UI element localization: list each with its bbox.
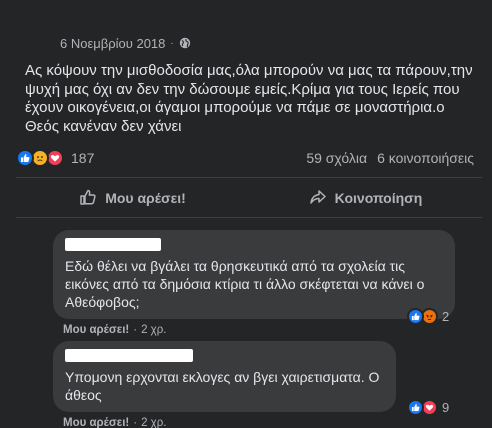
comment-reaction-count: 9 bbox=[442, 400, 450, 415]
post-date[interactable]: 6 Νοεμβρίου 2018 bbox=[60, 36, 165, 51]
comment: Εδώ θέλει να βγάλει τα θρησκευτικά από τ… bbox=[53, 230, 455, 336]
reaction-summary: 187 59 σχόλια 6 κοινοποιήσεις bbox=[16, 148, 482, 168]
like-icon bbox=[16, 149, 34, 167]
action-row: Μου αρέσει! Κοινοποίηση bbox=[16, 180, 482, 216]
reaction-count[interactable]: 187 bbox=[71, 150, 94, 166]
divider bbox=[16, 177, 482, 178]
post-text: Ας κόψουν την μισθοδοσία μας,όλα μπορούν… bbox=[25, 62, 473, 135]
like-button-label: Μου αρέσει! bbox=[105, 190, 186, 206]
comment-like-link[interactable]: Μου αρέσει! bbox=[63, 417, 129, 428]
comment-bubble: Εδώ θέλει να βγάλει τα θρησκευτικά από τ… bbox=[53, 230, 455, 319]
redacted-author-name bbox=[65, 349, 193, 362]
comment-time[interactable]: 2 χρ. bbox=[141, 417, 166, 428]
thumbs-up-icon bbox=[79, 188, 97, 209]
globe-icon bbox=[179, 37, 191, 49]
like-icon bbox=[407, 399, 424, 416]
comment-text: Υπομονη ερχονται εκλογες αν βγει χαιρετι… bbox=[65, 369, 380, 403]
comment-time[interactable]: 2 χρ. bbox=[141, 324, 166, 336]
share-button[interactable]: Κοινοποίηση bbox=[249, 180, 482, 216]
like-button[interactable]: Μου αρέσει! bbox=[16, 180, 249, 216]
divider bbox=[16, 217, 482, 218]
comment-text: Εδώ θέλει να βγάλει τα θρησκευτικά από τ… bbox=[65, 258, 425, 310]
post-stats: 59 σχόλια 6 κοινοποιήσεις bbox=[306, 150, 482, 166]
comment-actions: Μου αρέσει! · 2 χρ. bbox=[63, 324, 455, 336]
comment-like-link[interactable]: Μου αρέσει! bbox=[63, 324, 129, 336]
share-arrow-icon bbox=[309, 188, 327, 209]
share-button-label: Κοινοποίηση bbox=[334, 190, 423, 206]
like-icon bbox=[407, 308, 424, 325]
comment: Υπομονη ερχονται εκλογες αν βγει χαιρετι… bbox=[53, 341, 396, 428]
meta-separator: · bbox=[170, 37, 174, 49]
post-meta: 6 Νοεμβρίου 2018 · bbox=[60, 34, 191, 52]
comment-reaction-count: 2 bbox=[442, 309, 450, 324]
comment-separator: · bbox=[133, 417, 138, 428]
redacted-author-name bbox=[65, 238, 161, 251]
comment-reactions[interactable]: 9 bbox=[407, 399, 449, 416]
comment-reactions[interactable]: 2 bbox=[407, 308, 449, 325]
comment-actions: Μου αρέσει! · 2 χρ. bbox=[63, 417, 396, 428]
comment-bubble: Υπομονη ερχονται εκλογες αν βγει χαιρετι… bbox=[53, 341, 396, 412]
shares-count[interactable]: 6 κοινοποιήσεις bbox=[377, 150, 474, 166]
post-card: 6 Νοεμβρίου 2018 · Ας κόψουν την μισθοδο… bbox=[0, 0, 492, 428]
comments-count[interactable]: 59 σχόλια bbox=[306, 150, 367, 166]
comment-separator: · bbox=[133, 324, 138, 336]
reaction-icons[interactable] bbox=[16, 149, 64, 167]
